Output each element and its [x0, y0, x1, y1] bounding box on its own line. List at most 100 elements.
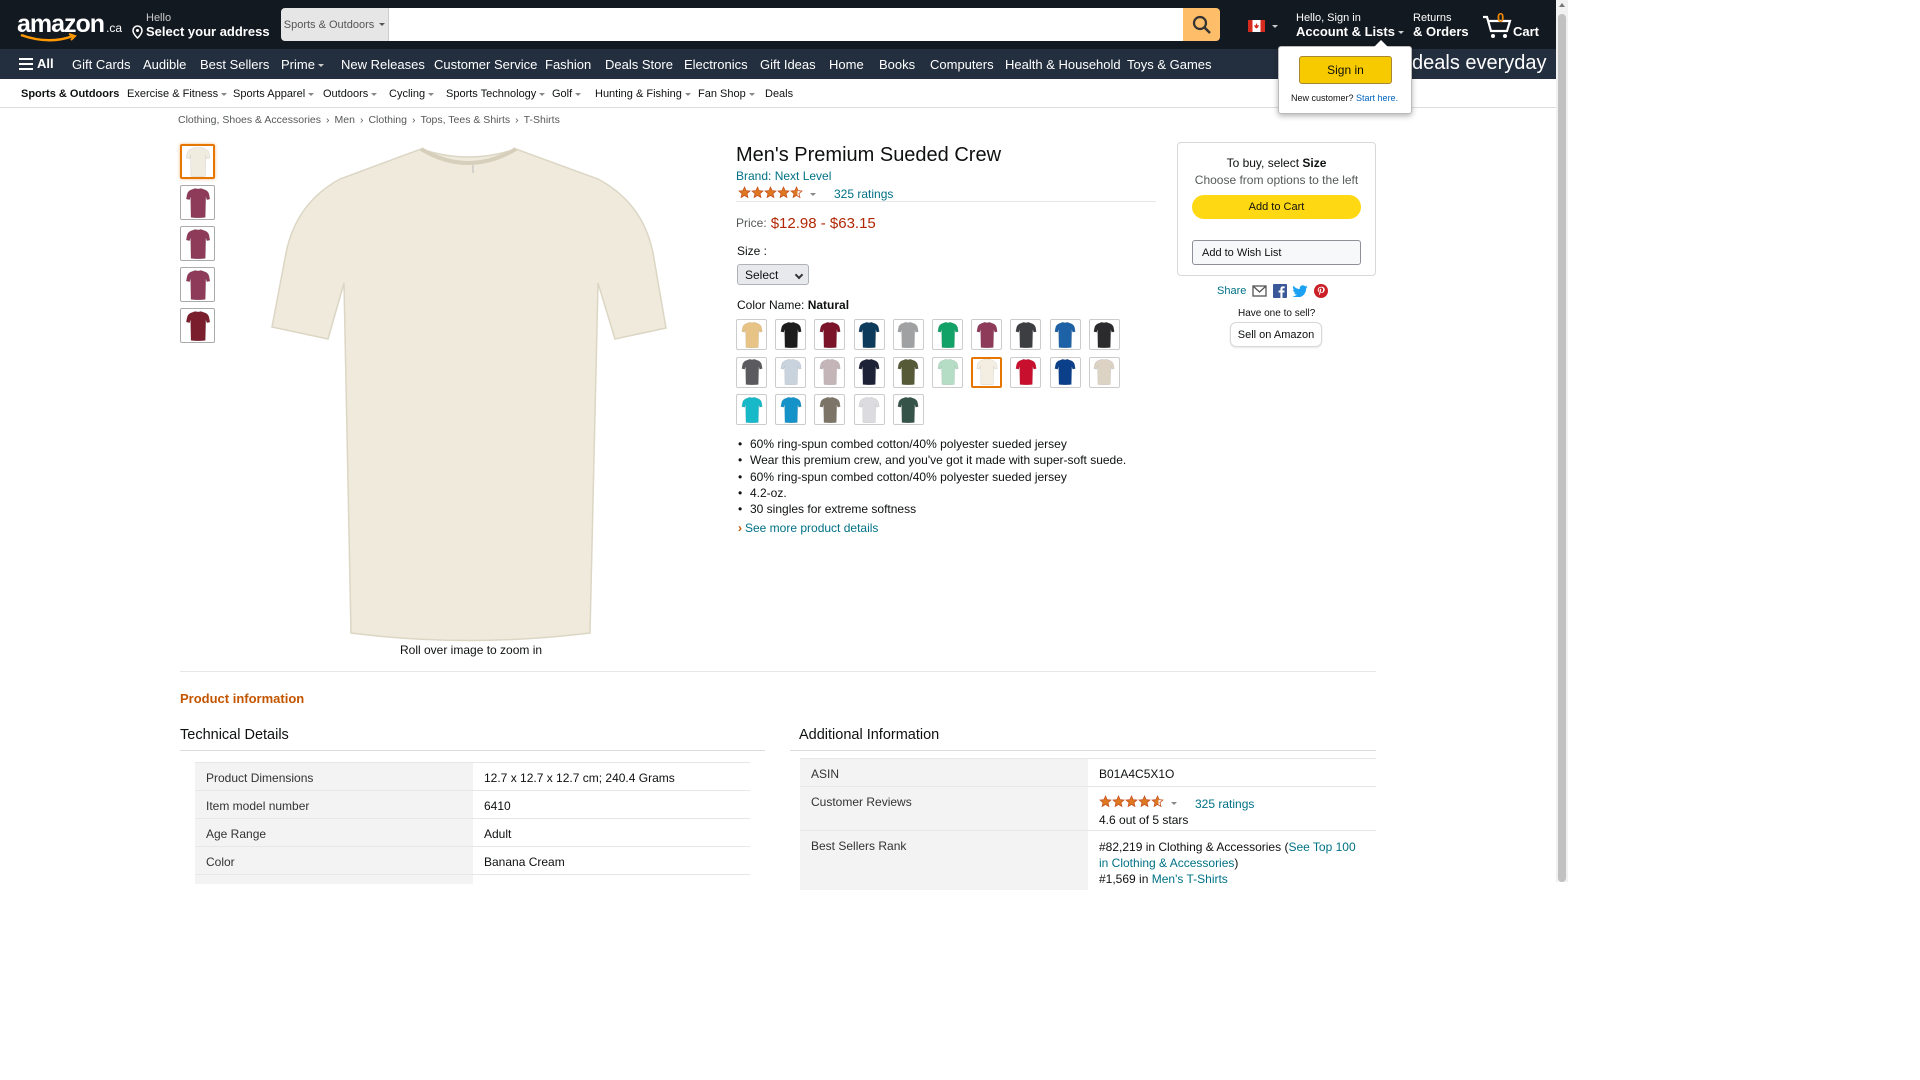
color-swatch[interactable]: [971, 356, 1003, 388]
color-swatch[interactable]: [736, 319, 767, 350]
email-icon[interactable]: [1252, 285, 1268, 297]
nav-audible[interactable]: Audible: [143, 57, 186, 72]
scrollbar-thumb[interactable]: [1558, 14, 1566, 882]
nav-computers[interactable]: Computers: [930, 57, 994, 72]
color-swatch[interactable]: [892, 356, 924, 388]
nav-health-household[interactable]: Health & Household: [1005, 57, 1121, 72]
sell-on-amazon-button[interactable]: Sell on Amazon: [1230, 322, 1322, 347]
color-swatch[interactable]: [775, 319, 807, 350]
deals-everyday-banner[interactable]: deals everyday: [1412, 52, 1547, 75]
size-select[interactable]: Select: [737, 264, 809, 285]
share-link[interactable]: Share: [1217, 285, 1246, 297]
color-swatch[interactable]: [736, 356, 767, 388]
color-swatch[interactable]: [892, 394, 924, 425]
color-swatch[interactable]: [853, 356, 885, 388]
chevron-down-icon: [317, 64, 324, 68]
color-swatch[interactable]: [814, 356, 846, 388]
signin-button[interactable]: Sign in: [1299, 56, 1392, 84]
color-swatch[interactable]: [853, 319, 885, 350]
subnav-sports-apparel[interactable]: Sports Apparel: [233, 88, 315, 100]
chevron-down-icon[interactable]: [1171, 802, 1177, 805]
color-swatch[interactable]: [853, 394, 885, 425]
breadcrumb-item[interactable]: Men: [335, 114, 355, 126]
nav-customer-service[interactable]: Customer Service: [434, 57, 537, 72]
color-swatch[interactable]: [1088, 319, 1120, 350]
star-rating[interactable]: [738, 186, 803, 202]
scroll-up-icon[interactable]: [1559, 3, 1565, 7]
product-information-heading: Product information: [180, 691, 305, 706]
mens-tshirts-link[interactable]: Men's T-Shirts: [1152, 872, 1228, 886]
breadcrumb-item[interactable]: Tops, Tees & Shirts: [420, 114, 510, 126]
search-category-dropdown[interactable]: Sports & Outdoors: [281, 8, 389, 41]
color-swatch[interactable]: [814, 319, 846, 350]
image-thumbnail[interactable]: [180, 308, 215, 343]
see-more-details[interactable]: › See more product details: [738, 521, 878, 535]
color-swatch[interactable]: [1010, 356, 1042, 388]
add-to-wishlist-button[interactable]: Add to Wish List: [1192, 240, 1361, 265]
delivery-address[interactable]: Hello Select your address: [131, 12, 270, 39]
color-swatch[interactable]: [932, 356, 963, 388]
ratings-count-link[interactable]: 325 ratings: [1195, 796, 1254, 812]
subnav-cycling[interactable]: Cycling: [389, 88, 435, 100]
breadcrumb-item[interactable]: Clothing, Shoes & Accessories: [178, 114, 321, 126]
product-main-image[interactable]: [268, 143, 668, 643]
nav-prime[interactable]: Prime: [281, 57, 324, 72]
color-swatch[interactable]: [1049, 319, 1081, 350]
color-swatch[interactable]: [775, 394, 807, 425]
breadcrumb-item[interactable]: T-Shirts: [524, 114, 560, 126]
nav-gift-cards[interactable]: Gift Cards: [72, 57, 131, 72]
color-swatch[interactable]: [1049, 356, 1081, 388]
nav-toys-games[interactable]: Toys & Games: [1127, 57, 1212, 72]
start-here-link[interactable]: Start here.: [1356, 93, 1398, 103]
nav-deals-store[interactable]: Deals Store: [605, 57, 673, 72]
breadcrumb-item[interactable]: Clothing: [368, 114, 407, 126]
page-scrollbar[interactable]: [1556, 0, 1568, 882]
tshirt-icon: [819, 321, 841, 348]
image-thumbnail[interactable]: [180, 185, 215, 220]
nav-home[interactable]: Home: [829, 57, 864, 72]
search-input[interactable]: [389, 8, 1183, 41]
star-rating[interactable]: [1099, 795, 1164, 812]
color-swatch[interactable]: [814, 394, 846, 425]
logo-tld: .ca: [106, 21, 123, 35]
subnav-deals[interactable]: Deals: [765, 88, 793, 100]
nav-fashion[interactable]: Fashion: [545, 57, 591, 72]
facebook-icon[interactable]: [1273, 284, 1288, 298]
nav-gift-ideas[interactable]: Gift Ideas: [760, 57, 816, 72]
pinterest-icon[interactable]: [1314, 284, 1329, 298]
language-selector[interactable]: [1248, 20, 1278, 32]
color-swatch[interactable]: [932, 319, 963, 350]
nav-books[interactable]: Books: [879, 57, 915, 72]
twitter-icon[interactable]: [1293, 285, 1308, 297]
subnav-outdoors[interactable]: Outdoors: [323, 88, 378, 100]
add-to-cart-button[interactable]: Add to Cart: [1192, 195, 1361, 219]
subnav-hunting-fishing[interactable]: Hunting & Fishing: [595, 88, 691, 100]
nav-electronics[interactable]: Electronics: [684, 57, 748, 72]
nav-new-releases[interactable]: New Releases: [341, 57, 425, 72]
color-swatch[interactable]: [775, 356, 807, 388]
all-menu-button[interactable]: All: [19, 56, 54, 71]
image-thumbnail[interactable]: [180, 267, 215, 302]
subnav-exercise-fitness[interactable]: Exercise & Fitness: [127, 88, 228, 100]
brand-link[interactable]: Brand: Next Level: [736, 169, 831, 183]
nav-best-sellers[interactable]: Best Sellers: [200, 57, 269, 72]
amazon-logo[interactable]: amazon .ca: [17, 10, 122, 42]
color-swatch[interactable]: [736, 394, 767, 425]
color-swatch[interactable]: [892, 319, 924, 350]
chevron-down-icon: [575, 92, 582, 96]
color-swatch[interactable]: [971, 319, 1003, 350]
color-swatch[interactable]: [1010, 319, 1042, 350]
chevron-down-icon[interactable]: [810, 192, 816, 196]
color-swatch[interactable]: [1088, 356, 1120, 388]
search-button[interactable]: [1183, 8, 1220, 41]
subnav-golf[interactable]: Golf: [552, 88, 582, 100]
subnav-sports-outdoors[interactable]: Sports & Outdoors: [21, 88, 119, 100]
subnav-fan-shop[interactable]: Fan Shop: [698, 88, 755, 100]
image-thumbnail[interactable]: [180, 144, 215, 179]
account-menu[interactable]: Hello, Sign in Account & Lists: [1296, 12, 1404, 38]
returns-orders-link[interactable]: Returns & Orders: [1413, 12, 1469, 38]
ratings-count-link[interactable]: 325 ratings: [834, 187, 893, 201]
see-more-link[interactable]: See more product details: [745, 521, 878, 535]
image-thumbnail[interactable]: [180, 226, 215, 261]
subnav-sports-technology[interactable]: Sports Technology: [446, 88, 546, 100]
